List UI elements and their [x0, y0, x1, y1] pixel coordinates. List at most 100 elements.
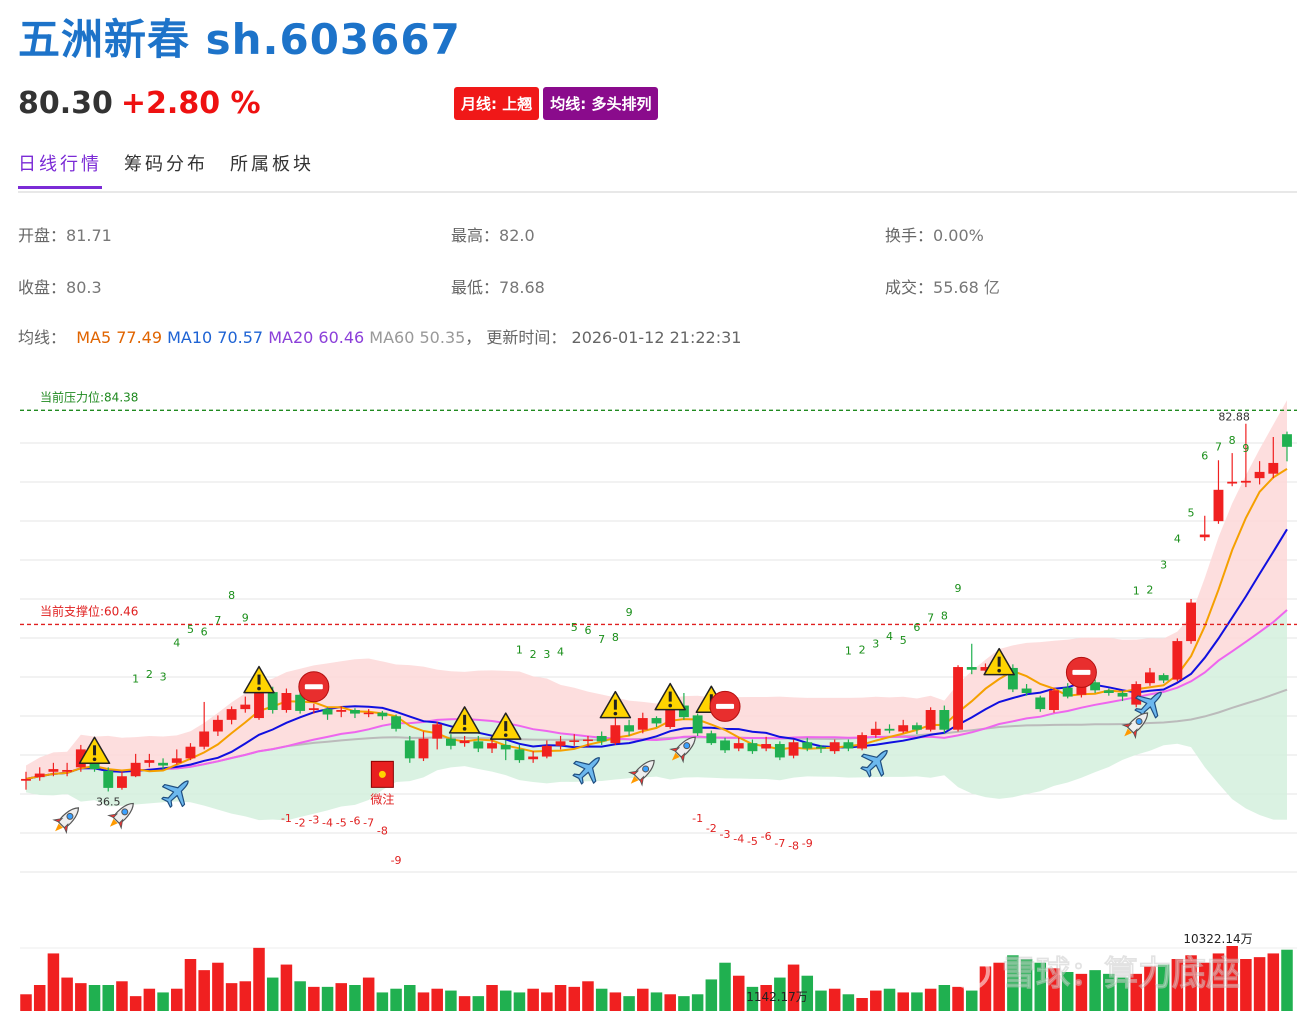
candle: [953, 665, 963, 732]
airplane-icon: [572, 757, 600, 785]
candle-body: [363, 712, 374, 715]
candle-body: [980, 667, 991, 671]
nine-up-count: 9: [626, 606, 633, 619]
candle: [1254, 461, 1265, 485]
candle-body: [994, 661, 1005, 668]
candle: [911, 722, 922, 735]
nine-down-count: -5: [747, 835, 758, 848]
low-price-label: 36.5: [96, 795, 121, 808]
nine-up-count: 6: [1201, 449, 1208, 462]
warning-dot: [503, 733, 508, 737]
volume-bar: [33, 985, 46, 1011]
volume-bar: [609, 992, 622, 1011]
nine-up-count: 1: [1133, 585, 1140, 598]
stop-icon: [1065, 656, 1097, 688]
candle-body: [144, 760, 155, 763]
watermark-logo: [952, 952, 990, 990]
ma10-line: [25, 528, 1288, 780]
candle: [788, 739, 799, 759]
rocket-fins: [627, 770, 645, 787]
volume-bar: [47, 953, 60, 1011]
rocket-icon: [627, 759, 655, 787]
candle-body: [308, 708, 319, 711]
nine-up-count: 5: [187, 623, 194, 636]
nine-down-count: -6: [349, 815, 360, 828]
candle-body: [1186, 602, 1196, 642]
volume-bar: [431, 988, 443, 1011]
candle: [1035, 695, 1046, 712]
volume-bar: [637, 988, 649, 1011]
candle-body: [75, 749, 86, 768]
warning-icon: [448, 706, 481, 734]
candle: [555, 735, 566, 750]
tab-sectors[interactable]: 所属板块: [230, 150, 314, 189]
rocket-flame: [1124, 728, 1132, 737]
warning-triangle: [489, 712, 522, 740]
candle: [733, 737, 744, 752]
warning-icon: [599, 690, 632, 719]
follow-box: [370, 760, 394, 788]
candle-body: [651, 718, 662, 724]
warning-triangle: [243, 665, 275, 694]
candle: [459, 735, 470, 747]
candle-body: [391, 716, 402, 729]
stock-title: 五洲新春 sh.603667: [18, 15, 461, 64]
volume-bar: [445, 990, 457, 1011]
candle-body: [720, 740, 730, 751]
support-label: 当前支撑位:60.46: [40, 603, 138, 618]
nine-down-count: -8: [788, 840, 799, 853]
volume-bar: [308, 986, 320, 1011]
candle: [843, 739, 854, 752]
nine-up-count: 6: [201, 626, 208, 639]
airplane-body: [1134, 691, 1162, 720]
volume-bar: [20, 994, 32, 1011]
price-change: +2.80 %: [120, 86, 261, 121]
nine-up-count: 6: [913, 621, 920, 634]
warning-dot: [668, 703, 673, 708]
volume-bar: [376, 992, 389, 1011]
resistance-label: 当前压力位:84.38: [40, 389, 138, 404]
candle: [281, 688, 292, 713]
candle: [1213, 460, 1224, 524]
volume-bar: [143, 988, 156, 1011]
candle-body: [21, 778, 31, 781]
rocket-icon: [107, 802, 134, 830]
volume-bar: [1144, 966, 1156, 1011]
rocket-icon: [52, 807, 80, 835]
volume-bar: [184, 959, 197, 1011]
volume-bar: [335, 983, 348, 1011]
candle: [1145, 667, 1155, 686]
candle: [898, 719, 909, 734]
candle: [1227, 453, 1238, 487]
candle-body: [788, 742, 799, 756]
volume-bar: [88, 985, 101, 1011]
candle: [1172, 638, 1183, 682]
volume-bar: [842, 994, 855, 1011]
nine-down-count: -4: [733, 832, 744, 845]
volume-bar: [527, 988, 539, 1011]
candle-body: [1007, 667, 1018, 690]
candle-body: [1090, 682, 1101, 691]
candle: [322, 707, 333, 720]
volume-bar: [1171, 959, 1184, 1011]
volume-bar: [897, 992, 909, 1011]
candle-body: [295, 694, 306, 711]
volume-bar: [595, 988, 608, 1011]
open-value: 81.71: [66, 226, 112, 245]
candle: [1268, 436, 1279, 479]
ma5-line: [25, 468, 1288, 780]
volume-bar: [1020, 959, 1033, 1011]
nine-down-count: -6: [761, 830, 772, 843]
tab-daily-quote[interactable]: 日线行情: [18, 150, 102, 189]
nine-down-count: -1: [281, 812, 292, 825]
volume-bar: [1130, 973, 1142, 1011]
watermark-text: 雪球：算力底座: [1002, 954, 1240, 994]
candle-body: [1199, 534, 1210, 538]
nine-up-count: 1: [845, 645, 852, 658]
candle: [391, 714, 402, 732]
tab-chip-distribution[interactable]: 筹码分布: [124, 150, 208, 189]
warning-triangle: [983, 647, 1015, 676]
candle: [445, 734, 456, 750]
high-price-label: 82.88: [1218, 411, 1250, 424]
candle: [541, 740, 552, 759]
